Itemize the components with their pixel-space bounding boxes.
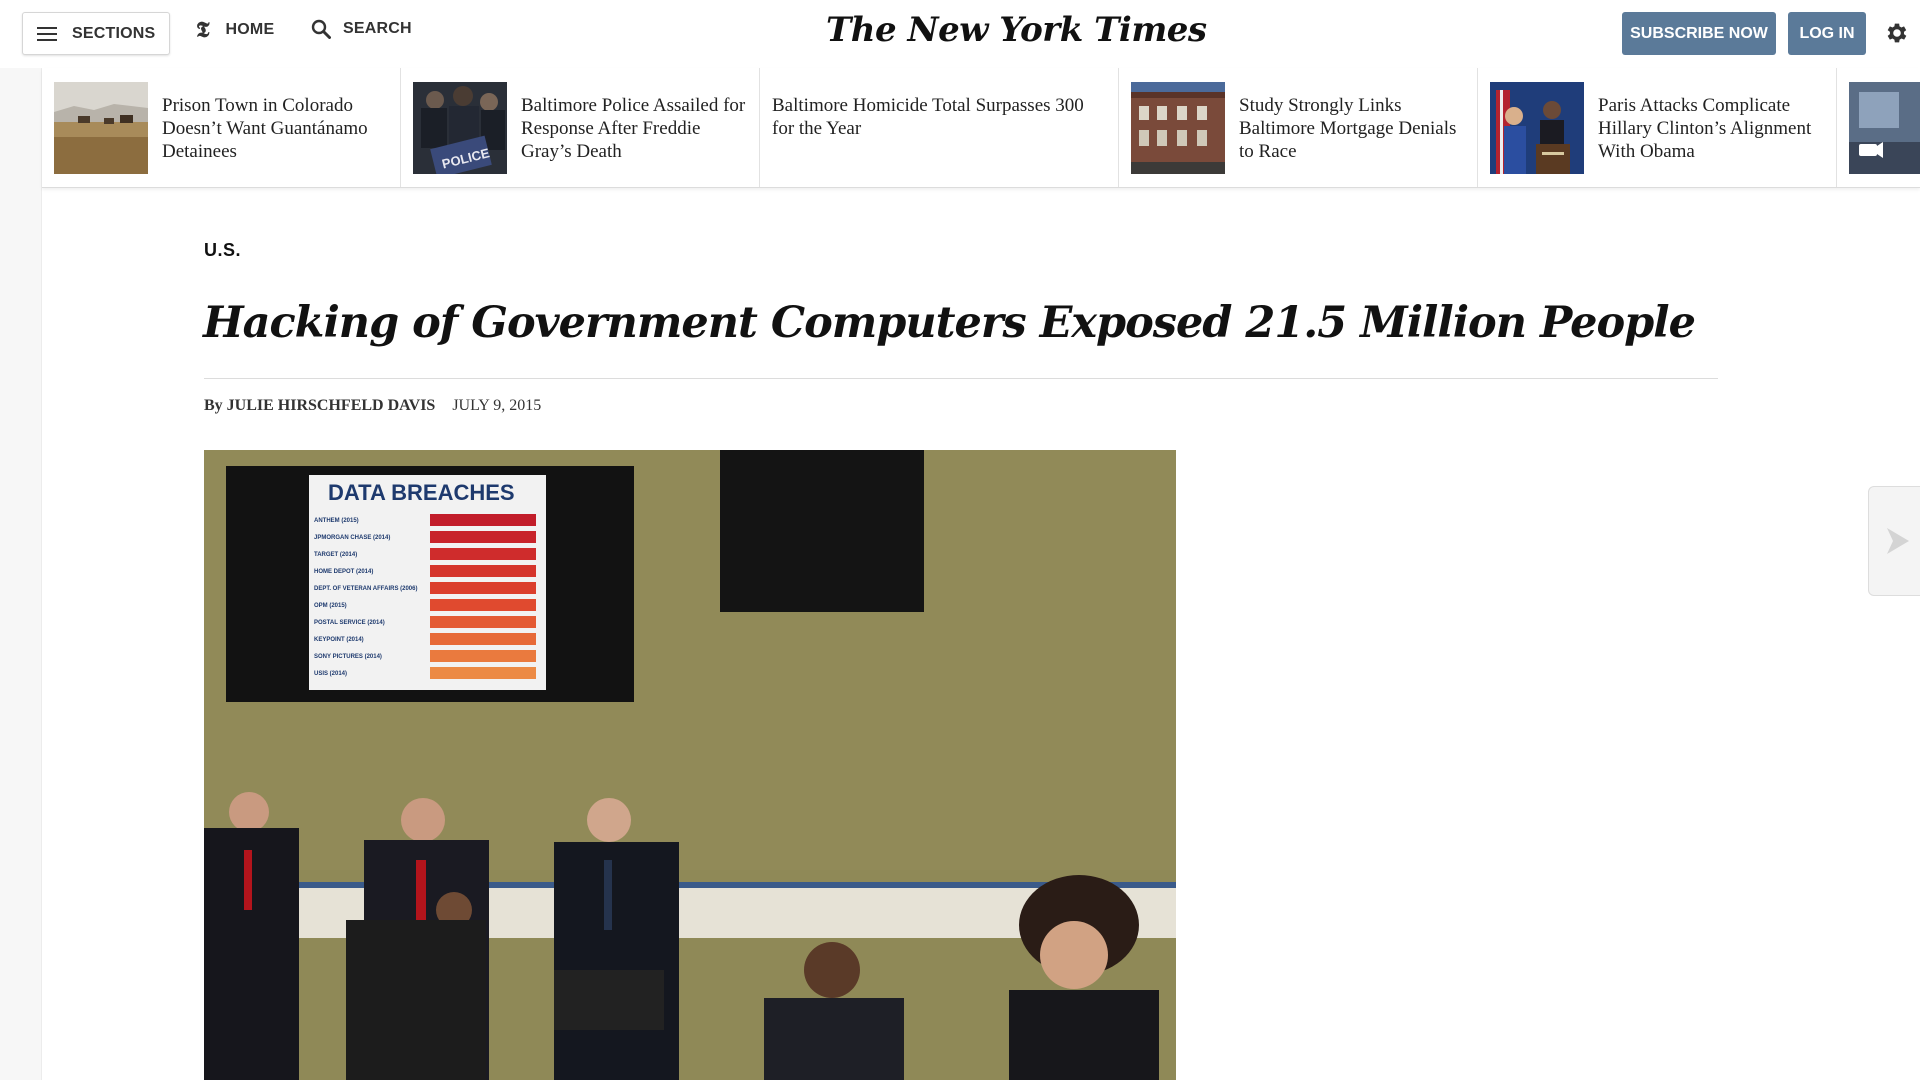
screen-row-label: KEYPOINT (2014) <box>314 637 364 643</box>
ribbon-item[interactable]: Study Strongly Links Baltimore Mortgage … <box>1119 68 1478 187</box>
screen-row-bar <box>430 514 536 526</box>
left-gutter <box>0 68 42 1080</box>
ribbon-headline: Study Strongly Links Baltimore Mortgage … <box>1239 95 1457 162</box>
masthead: SECTIONS 𝕿 HOME SEARCH The New York Time… <box>0 0 1920 68</box>
ribbon-headline: Prison Town in Colorado Doesn’t Want Gua… <box>162 95 368 162</box>
byline-author[interactable]: By JULIE HIRSCHFELD DAVIS <box>204 397 435 415</box>
lead-photo[interactable]: DATA BREACHES ANTHEM (2015) JPMORGAN CHAS… <box>204 450 1176 1080</box>
ribbon-headline: Baltimore Police Assailed for Response A… <box>521 95 746 162</box>
screen-row-bar <box>430 633 536 645</box>
login-button[interactable]: LOG IN <box>1788 12 1866 55</box>
login-label: LOG IN <box>1799 24 1855 42</box>
story-ribbon: Prison Town in Colorado Doesn’t Want Gua… <box>42 68 1920 188</box>
screen-row-label: SONY PICTURES (2014) <box>314 654 382 660</box>
home-link[interactable]: 𝕿 HOME <box>196 19 274 41</box>
article-headline: Hacking of Government Computers Exposed … <box>203 298 1696 348</box>
screen-row-bar <box>430 599 536 611</box>
ribbon-item[interactable] <box>1837 68 1920 187</box>
search-link[interactable]: SEARCH <box>311 19 412 39</box>
subscribe-label: SUBSCRIBE NOW <box>1630 24 1768 42</box>
screen-row-label: OPM (2015) <box>314 603 347 609</box>
screen-title: DATA BREACHES <box>328 480 515 505</box>
search-icon <box>311 19 331 39</box>
ribbon-thumbnail: POLICE <box>413 82 507 174</box>
section-label[interactable]: U.S. <box>204 240 241 261</box>
screen-row-bar <box>430 616 536 628</box>
ribbon-thumbnail <box>1490 82 1584 174</box>
screen-row-label: DEPT. OF VETERAN AFFAIRS (2006) <box>314 586 417 592</box>
ribbon-thumbnail <box>54 82 148 174</box>
ribbon-thumbnail <box>1131 82 1225 174</box>
screen-row-label: JPMORGAN CHASE (2014) <box>314 535 390 541</box>
screen-row-label: ANTHEM (2015) <box>314 518 359 524</box>
headline-divider <box>204 378 1718 379</box>
ribbon-item[interactable]: Baltimore Homicide Total Surpasses 300 f… <box>760 68 1119 187</box>
screen-row-label: TARGET (2014) <box>314 552 357 558</box>
byline: By JULIE HIRSCHFELD DAVIS JULY 9, 2015 <box>204 397 541 415</box>
screen-row-label: POSTAL SERVICE (2014) <box>314 620 385 626</box>
ribbon-item[interactable]: Paris Attacks Complicate Hillary Clinton… <box>1478 68 1837 187</box>
screen-row-label: HOME DEPOT (2014) <box>314 569 373 575</box>
nyt-t-icon: 𝕿 <box>196 17 210 43</box>
ribbon-item[interactable]: POLICE Baltimore Police Assailed for Res… <box>401 68 760 187</box>
sections-button[interactable]: SECTIONS <box>22 12 170 55</box>
screen-row-bar <box>430 650 536 662</box>
hamburger-icon <box>37 26 57 41</box>
search-label: SEARCH <box>343 20 412 37</box>
screen-row-bar <box>430 667 536 679</box>
screen-row-bar <box>430 531 536 543</box>
nyt-logo[interactable]: The New York Times <box>826 10 1207 50</box>
ribbon-thumbnail <box>1849 82 1920 174</box>
screen-row-bar <box>430 565 536 577</box>
ribbon-item[interactable]: Prison Town in Colorado Doesn’t Want Gua… <box>42 68 401 187</box>
home-label: HOME <box>225 21 275 38</box>
gear-icon[interactable] <box>1884 20 1910 46</box>
next-article-button[interactable] <box>1868 486 1920 596</box>
ribbon-headline: Paris Attacks Complicate Hillary Clinton… <box>1598 95 1812 162</box>
screen-row-bar <box>430 582 536 594</box>
screen-row-label: USIS (2014) <box>314 671 347 677</box>
screen-row-bar <box>430 548 536 560</box>
ribbon-headline: Baltimore Homicide Total Surpasses 300 f… <box>772 95 1084 139</box>
byline-date: JULY 9, 2015 <box>452 397 542 414</box>
subscribe-button[interactable]: SUBSCRIBE NOW <box>1622 12 1776 55</box>
chevron-right-icon <box>1887 528 1909 554</box>
sections-label: SECTIONS <box>72 24 156 42</box>
